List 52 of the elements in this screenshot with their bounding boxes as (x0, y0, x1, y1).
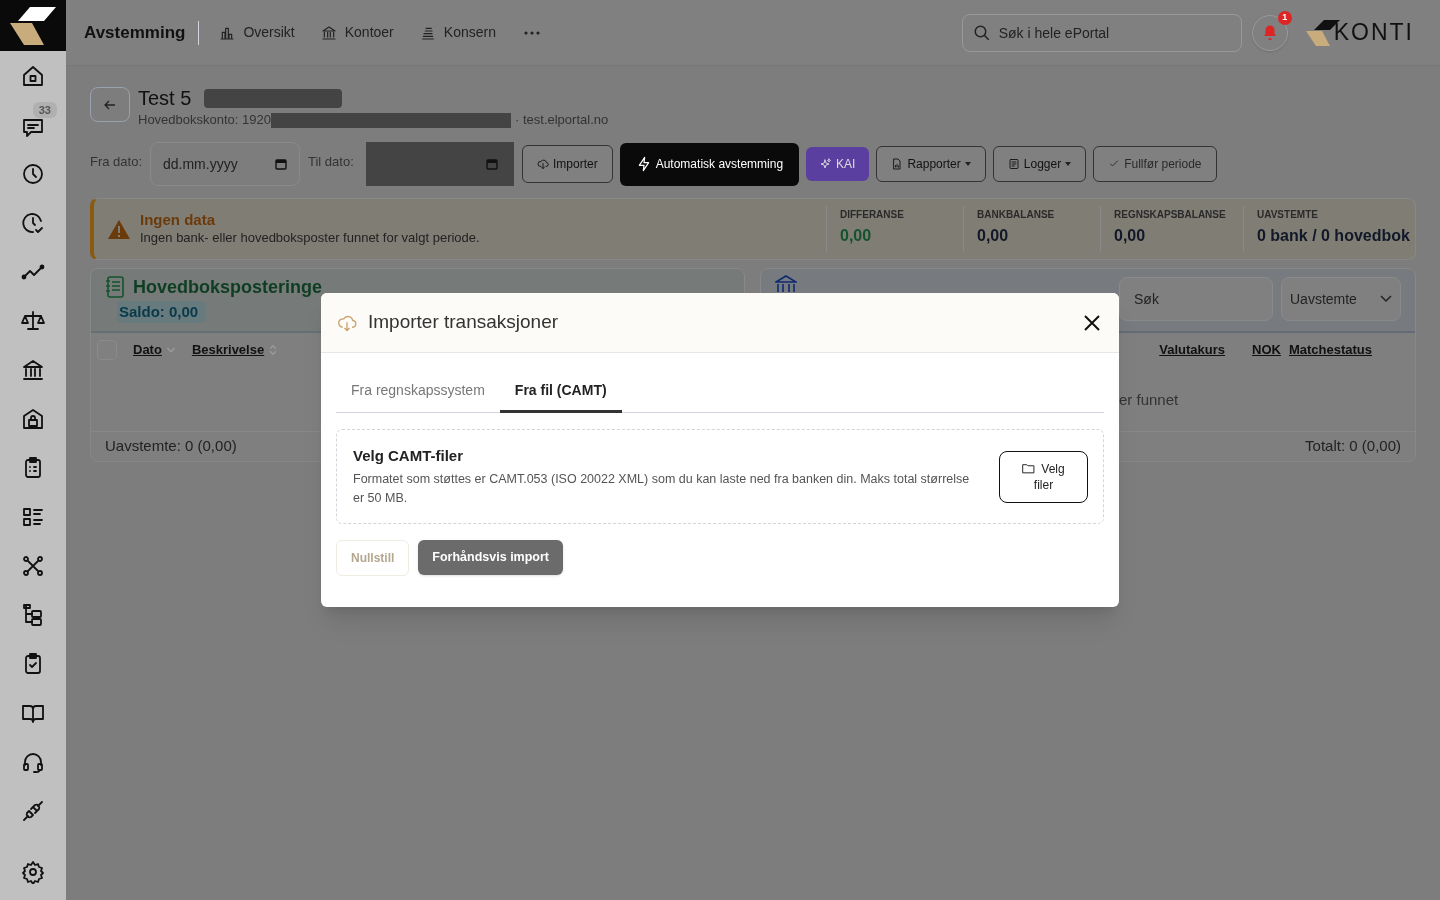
stat-label: BANKBALANSE (977, 208, 1056, 222)
search-field[interactable]: Søk (1119, 277, 1273, 321)
ai-button[interactable]: KAI (806, 147, 870, 181)
column-header[interactable]: Matchestatus (1288, 340, 1372, 360)
count-badge: 33 (32, 102, 57, 118)
page-heading: Avstemming (84, 20, 200, 45)
notification-badge: 1 (1277, 10, 1292, 25)
alert-title: Ingen data (140, 211, 216, 229)
search-input[interactable]: Søk i hele ePortal (998, 17, 1231, 48)
reports-dropdown[interactable]: Rapporter (876, 146, 986, 182)
alert-message: Ingen bank- eller hovedboksposter funnet for valgt periode. (140, 229, 481, 247)
date-input[interactable]: dd.mm.yyyy (163, 149, 275, 179)
empty-message: er funnet (1119, 390, 1179, 410)
ledger-footer-text: Uavstemte: 0 (0,00) (105, 436, 237, 457)
to-date-label: Til dato: (308, 153, 355, 171)
column-header[interactable]: Beskrivelse (191, 340, 279, 360)
search-input[interactable]: Søk (1134, 284, 1254, 314)
nav-link[interactable]: Konsern (419, 22, 496, 43)
choose-files-button[interactable]: Velg filer (999, 450, 1088, 503)
search-field[interactable]: Søk i hele ePortal (961, 13, 1242, 52)
stat-label: UAVSTEMTE (1257, 208, 1319, 222)
balance-badge: Saldo: 0,00 (117, 301, 205, 323)
nav-link[interactable]: Kontoer (320, 22, 394, 43)
stat-label: REGNSKAPSBALANSE (1114, 208, 1227, 222)
from-date-label: Fra dato: (90, 153, 144, 171)
stat-value: 0,00 (1114, 226, 1147, 246)
stat-value: 0,00 (840, 226, 873, 246)
import-button[interactable]: Importer (522, 145, 613, 183)
tab[interactable]: Fra regnskapssystem (336, 370, 500, 413)
stat-value: 0 bank / 0 hovedbok (1257, 226, 1411, 246)
tab[interactable]: Fra fil (CAMT) (499, 370, 622, 413)
account-number: Hovedbokskonto: 1920 (138, 111, 271, 129)
upload-description: Formatet som støttes er CAMT.053 (ISO 20022 XML) som du kan laste ned fra banken din. Maks total størrelse er 50 MB. (353, 471, 971, 508)
stat-label: DIFFERANSE (840, 208, 905, 222)
host-name: · test.elportal.no (515, 111, 609, 129)
complete-period-button[interactable]: Fullfør periode (1093, 146, 1217, 182)
bank-footer-text: Totalt: 0 (0,00) (1305, 436, 1401, 457)
stat-value: 0,00 (977, 226, 1010, 246)
account-title: Test 5 (138, 86, 192, 110)
column-header[interactable]: NOK (1252, 340, 1281, 360)
from-date-field[interactable]: dd.mm.yyyy (150, 142, 300, 186)
brand-name: KONTI (1333, 18, 1414, 48)
panel-title: Hovedboksposteringe (133, 276, 323, 299)
column-header[interactable]: Valutakurs (1159, 340, 1226, 360)
status-dropdown[interactable]: Uavstemte (1281, 277, 1401, 321)
auto-reconcile-button[interactable]: Automatisk avstemming (619, 142, 800, 186)
dialog-title: Importer transaksjoner (368, 310, 559, 335)
upload-title: Velg CAMT-filer (353, 445, 465, 466)
preview-import-button[interactable]: Forhåndsvis import (418, 540, 564, 575)
nav-link[interactable]: Oversikt (219, 22, 295, 43)
logs-dropdown[interactable]: Logger (992, 146, 1087, 182)
column-header[interactable]: Dato (133, 340, 176, 360)
